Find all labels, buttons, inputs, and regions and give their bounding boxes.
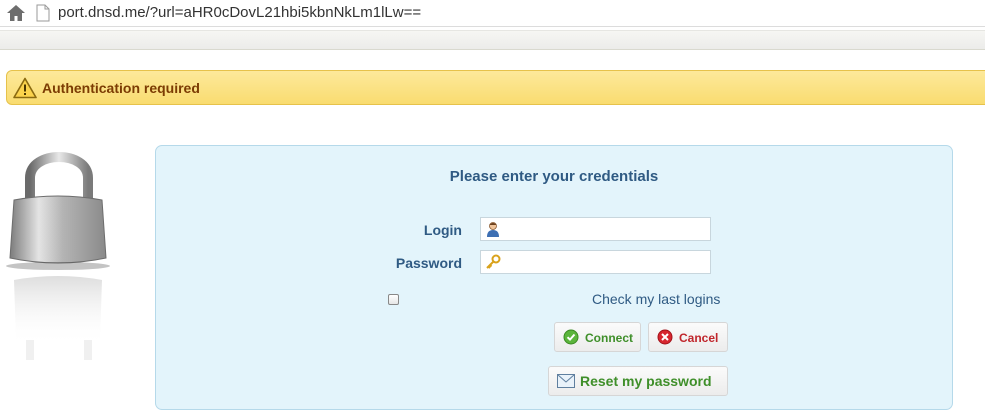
login-field[interactable] (480, 217, 711, 241)
user-icon (487, 222, 499, 237)
alert-banner: Authentication required (6, 70, 985, 105)
password-label: Password (395, 255, 462, 271)
connect-label: Connect (585, 331, 633, 345)
panel-title: Please enter your credentials (449, 168, 659, 185)
login-input[interactable] (505, 220, 709, 240)
login-panel: Please enter your credentials Login Pass… (155, 145, 953, 410)
toolbar-strip (0, 30, 985, 50)
padlock-icon (6, 152, 110, 360)
reset-label: Reset my password (580, 373, 712, 389)
key-icon (486, 254, 501, 269)
connect-button[interactable]: Connect (554, 322, 641, 352)
check-circle-icon (563, 329, 579, 345)
envelope-icon (557, 374, 575, 388)
page-icon (36, 4, 50, 22)
remember-checkbox[interactable] (388, 294, 399, 305)
home-icon[interactable] (6, 3, 26, 23)
reset-password-button[interactable]: Reset my password (548, 366, 728, 396)
alert-message: Authentication required (42, 80, 200, 96)
password-field[interactable] (480, 250, 711, 274)
login-label: Login (423, 222, 462, 238)
x-circle-icon (657, 329, 673, 345)
password-input[interactable] (505, 253, 709, 273)
url-field[interactable]: port.dnsd.me/?url=aHR0cDovL21hbi5kbnNkLm… (58, 4, 421, 21)
remember-label[interactable]: Check my last logins (592, 291, 720, 307)
cancel-label: Cancel (679, 331, 719, 345)
warning-icon (13, 77, 37, 99)
address-bar: port.dnsd.me/?url=aHR0cDovL21hbi5kbnNkLm… (0, 0, 985, 27)
cancel-button[interactable]: Cancel (648, 322, 728, 352)
